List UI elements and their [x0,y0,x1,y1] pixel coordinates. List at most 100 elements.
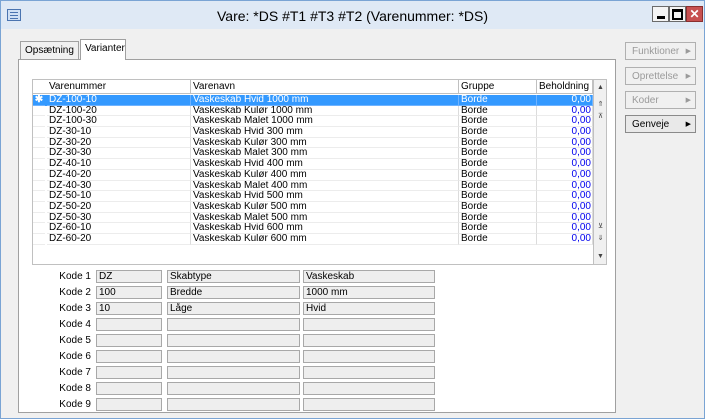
kode-value-field[interactable] [96,382,162,395]
minimize-button[interactable] [652,6,669,22]
cell-beholdning[interactable]: 0,00 [537,148,593,160]
cell-beholdning[interactable]: 0,00 [537,159,593,170]
tab-varianter[interactable]: Varianter [80,39,126,60]
cell-varenavn[interactable]: Vaskeskab Malet 400 mm [191,180,459,192]
column-header-beholdning[interactable]: Beholdning [537,80,593,94]
tab-opsaetning[interactable]: Opsætning [20,41,79,60]
oprettelse-button[interactable]: Oprettelse ▶ [625,67,696,85]
table-row[interactable]: DZ-40-30 Vaskeskab Malet 400 mm Borde 0,… [33,180,593,192]
cell-gruppe[interactable]: Borde [459,169,537,181]
cell-varenummer[interactable]: DZ-30-20 [47,137,191,149]
cell-gruppe[interactable]: Borde [459,127,537,138]
scroll-down-button[interactable]: ⊻ [594,220,606,232]
cell-varenavn[interactable]: Vaskeskab Hvid 400 mm [191,159,459,170]
cell-beholdning[interactable]: 0,00 [537,127,593,138]
cell-beholdning[interactable]: 0,00 [537,169,593,181]
cell-gruppe[interactable]: Borde [459,223,537,234]
cell-gruppe[interactable]: Borde [459,191,537,202]
cell-varenummer[interactable]: DZ-60-20 [47,233,191,245]
table-row[interactable]: DZ-60-10 Vaskeskab Hvid 600 mm Borde 0,0… [33,223,593,234]
cell-gruppe[interactable]: Borde [459,148,537,160]
kode-type-field[interactable] [167,350,300,363]
title-bar[interactable]: Vare: *DS #T1 #T3 #T2 (Varenummer: *DS) … [1,1,704,29]
kode-value-field[interactable] [96,350,162,363]
cell-varenavn[interactable]: Vaskeskab Malet 300 mm [191,148,459,160]
cell-beholdning[interactable]: 0,00 [537,95,593,106]
table-row[interactable]: DZ-30-20 Vaskeskab Kulør 300 mm Borde 0,… [33,137,593,149]
cell-beholdning[interactable]: 0,00 [537,223,593,234]
cell-gruppe[interactable]: Borde [459,137,537,149]
cell-beholdning[interactable]: 0,00 [537,116,593,128]
kode-value-field[interactable] [96,318,162,331]
kode-value-field[interactable]: DZ [96,270,162,283]
close-button[interactable]: ✕ [686,6,703,22]
grid-vertical-scrollbar[interactable]: ▲ ⇑ ⊼ ⊻ ⇓ ▼ [593,80,606,264]
cell-beholdning[interactable]: 0,00 [537,191,593,202]
cell-varenavn[interactable]: Vaskeskab Malet 500 mm [191,212,459,224]
cell-beholdning[interactable]: 0,00 [537,137,593,149]
kode-description-field[interactable]: 1000 mm [303,286,435,299]
cell-beholdning[interactable]: 0,00 [537,201,593,213]
cell-varenavn[interactable]: Vaskeskab Kulør 300 mm [191,137,459,149]
kode-description-field[interactable] [303,382,435,395]
table-row[interactable]: DZ-50-30 Vaskeskab Malet 500 mm Borde 0,… [33,212,593,224]
cell-gruppe[interactable]: Borde [459,212,537,224]
kode-description-field[interactable] [303,398,435,411]
cell-varenummer[interactable]: DZ-100-10 [47,95,191,106]
kode-value-field[interactable]: 100 [96,286,162,299]
cell-varenavn[interactable]: Vaskeskab Kulør 500 mm [191,201,459,213]
kode-type-field[interactable] [167,334,300,347]
kode-description-field[interactable] [303,318,435,331]
table-row[interactable]: ✱ DZ-100-10 Vaskeskab Hvid 1000 mm Borde… [33,95,593,106]
cell-varenavn[interactable]: Vaskeskab Kulør 1000 mm [191,105,459,117]
koder-button[interactable]: Koder ▶ [625,91,696,109]
cell-gruppe[interactable]: Borde [459,95,537,106]
cell-gruppe[interactable]: Borde [459,116,537,128]
cell-gruppe[interactable]: Borde [459,201,537,213]
cell-varenavn[interactable]: Vaskeskab Kulør 400 mm [191,169,459,181]
cell-gruppe[interactable]: Borde [459,105,537,117]
scroll-up-button[interactable]: ⊼ [594,110,606,122]
column-header-varenavn[interactable]: Varenavn [191,80,459,94]
cell-varenummer[interactable]: DZ-30-30 [47,148,191,160]
cell-varenummer[interactable]: DZ-40-30 [47,180,191,192]
column-header-gruppe[interactable]: Gruppe [459,80,537,94]
cell-varenavn[interactable]: Vaskeskab Kulør 600 mm [191,233,459,245]
maximize-button[interactable] [669,6,686,22]
genveje-button[interactable]: Genveje ▶ [625,115,696,133]
table-row[interactable]: DZ-30-30 Vaskeskab Malet 300 mm Borde 0,… [33,148,593,160]
cell-varenavn[interactable]: Vaskeskab Malet 1000 mm [191,116,459,128]
cell-beholdning[interactable]: 0,00 [537,180,593,192]
kode-description-field[interactable]: Vaskeskab [303,270,435,283]
cell-varenummer[interactable]: DZ-40-20 [47,169,191,181]
cell-varenummer[interactable]: DZ-50-10 [47,191,191,202]
kode-description-field[interactable] [303,334,435,347]
cell-varenummer[interactable]: DZ-50-30 [47,212,191,224]
scroll-bottom-button[interactable]: ▼ [594,250,606,262]
cell-gruppe[interactable]: Borde [459,180,537,192]
kode-type-field[interactable] [167,382,300,395]
kode-value-field[interactable] [96,366,162,379]
scroll-page-up-button[interactable]: ⇑ [594,98,606,110]
kode-description-field[interactable]: Hvid [303,302,435,315]
kode-type-field[interactable]: Skabtype [167,270,300,283]
cell-varenummer[interactable]: DZ-100-30 [47,116,191,128]
funktioner-button[interactable]: Funktioner ▶ [625,42,696,60]
scroll-top-button[interactable]: ▲ [594,81,606,93]
cell-varenummer[interactable]: DZ-60-10 [47,223,191,234]
kode-value-field[interactable] [96,398,162,411]
kode-type-field[interactable] [167,366,300,379]
kode-type-field[interactable] [167,398,300,411]
table-row[interactable]: DZ-100-20 Vaskeskab Kulør 1000 mm Borde … [33,105,593,117]
table-row[interactable]: DZ-40-10 Vaskeskab Hvid 400 mm Borde 0,0… [33,159,593,170]
table-row[interactable]: DZ-50-10 Vaskeskab Hvid 500 mm Borde 0,0… [33,191,593,202]
table-row[interactable]: DZ-50-20 Vaskeskab Kulør 500 mm Borde 0,… [33,201,593,213]
cell-varenummer[interactable]: DZ-100-20 [47,105,191,117]
cell-varenavn[interactable]: Vaskeskab Hvid 600 mm [191,223,459,234]
kode-type-field[interactable]: Låge [167,302,300,315]
cell-varenavn[interactable]: Vaskeskab Hvid 500 mm [191,191,459,202]
scroll-page-down-button[interactable]: ⇓ [594,232,606,244]
table-row[interactable]: DZ-40-20 Vaskeskab Kulør 400 mm Borde 0,… [33,169,593,181]
column-header-varenummer[interactable]: Varenummer [47,80,191,94]
kode-value-field[interactable] [96,334,162,347]
